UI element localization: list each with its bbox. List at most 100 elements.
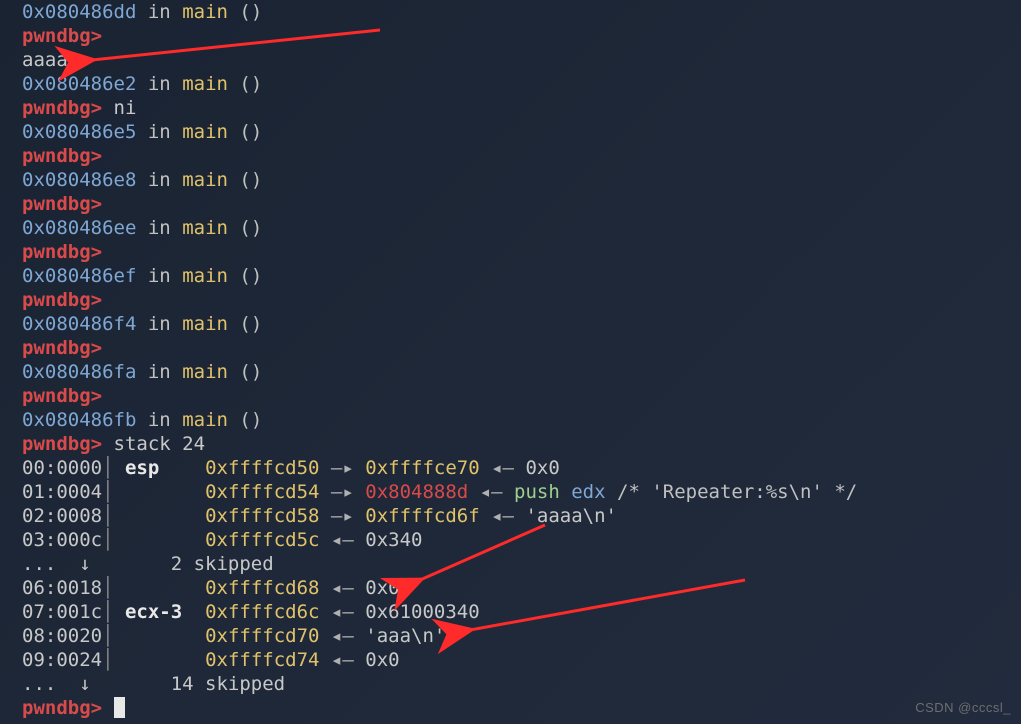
command[interactable]: stack 24 <box>114 433 206 455</box>
function-name: main <box>182 361 228 383</box>
stack-index: 01:0004 <box>22 481 102 503</box>
function-name: main <box>182 217 228 239</box>
address: 0x080486ef <box>22 265 136 287</box>
stack-addr: 0xffffcd58 <box>205 505 319 527</box>
parens: () <box>239 409 262 431</box>
vbar-icon: │ <box>102 577 125 599</box>
parens: () <box>239 73 262 95</box>
parens: () <box>239 361 262 383</box>
arrow-icon: ◂— <box>331 649 354 671</box>
arrow-icon: ◂— <box>331 529 354 551</box>
prompt: pwndbg> <box>22 193 102 215</box>
prompt: pwndbg> <box>22 25 102 47</box>
address: 0x080486e2 <box>22 73 136 95</box>
stack-index: 02:0008 <box>22 505 102 527</box>
arrow-icon: —▸ <box>331 481 354 503</box>
command[interactable]: ni <box>114 97 137 119</box>
stack-value: 0xffffce70 <box>365 457 479 479</box>
arrow-icon: ◂— <box>331 601 354 623</box>
address: 0x080486f4 <box>22 313 136 335</box>
stack-register: ecx-3 <box>125 601 182 623</box>
stack-register <box>125 577 182 599</box>
address: 0x080486fa <box>22 361 136 383</box>
stack-index: 09:0024 <box>22 649 102 671</box>
stack-index: 07:001c <box>22 601 102 623</box>
vbar-icon: │ <box>102 529 125 551</box>
vbar-icon: │ <box>102 457 125 479</box>
prompt: pwndbg> <box>22 385 102 407</box>
address: 0x080486dd <box>22 1 136 23</box>
stack-value: 0xffffcd6f <box>365 505 479 527</box>
asm-comment: /* 'Repeater:%s\n' */ <box>617 481 857 503</box>
skip-marker: ... ↓ <box>22 673 171 695</box>
stack-register <box>125 505 182 527</box>
in-keyword: in <box>148 73 171 95</box>
skip-count: 14 skipped <box>171 673 285 695</box>
function-name: main <box>182 121 228 143</box>
arrow-icon: ◂— <box>331 577 354 599</box>
stack-index: 06:0018 <box>22 577 102 599</box>
prompt: pwndbg> <box>22 145 102 167</box>
stack-index: 00:0000 <box>22 457 102 479</box>
in-keyword: in <box>148 265 171 287</box>
prompt: pwndbg> <box>22 97 102 119</box>
stack-index: 03:000c <box>22 529 102 551</box>
stack-addr: 0xffffcd54 <box>205 481 319 503</box>
function-name: main <box>182 265 228 287</box>
parens: () <box>239 313 262 335</box>
stack-register <box>125 481 182 503</box>
watermark: CSDN @cccsl_ <box>915 696 1011 720</box>
prompt: pwndbg> <box>22 241 102 263</box>
address: 0x080486fb <box>22 409 136 431</box>
arrow-icon: —▸ <box>331 457 354 479</box>
stack-addr: 0xffffcd50 <box>205 457 319 479</box>
skip-marker: ... ↓ <box>22 553 171 575</box>
stack-addr: 0xffffcd74 <box>205 649 319 671</box>
parens: () <box>239 121 262 143</box>
in-keyword: in <box>148 1 171 23</box>
parens: () <box>239 169 262 191</box>
stack-value: 0x804888d <box>365 481 468 503</box>
function-name: main <box>182 1 228 23</box>
asm-op: push <box>514 481 560 503</box>
in-keyword: in <box>148 409 171 431</box>
vbar-icon: │ <box>102 649 125 671</box>
stack-value: 0x0 <box>365 577 399 599</box>
vbar-icon: │ <box>102 505 125 527</box>
in-keyword: in <box>148 313 171 335</box>
arrow-icon: ◂— <box>331 625 354 647</box>
stdin-text: aaaa <box>22 49 68 71</box>
parens: () <box>239 265 262 287</box>
stack-addr: 0xffffcd5c <box>205 529 319 551</box>
stack-value2: 0x0 <box>525 457 559 479</box>
prompt: pwndbg> <box>22 289 102 311</box>
prompt: pwndbg> <box>22 337 102 359</box>
in-keyword: in <box>148 217 171 239</box>
parens: () <box>239 1 262 23</box>
stack-register: esp <box>125 457 182 479</box>
stack-value: 0x61000340 <box>365 601 479 623</box>
cursor[interactable] <box>114 697 125 718</box>
asm-reg: edx <box>571 481 605 503</box>
stack-value: 0x0 <box>365 649 399 671</box>
vbar-icon: │ <box>102 625 125 647</box>
in-keyword: in <box>148 169 171 191</box>
in-keyword: in <box>148 121 171 143</box>
stack-value: 'aaa\n' <box>365 625 445 647</box>
stack-value: 0x340 <box>365 529 422 551</box>
terminal[interactable]: 0x080486dd in main ()pwndbg> aaaa0x08048… <box>0 0 1021 724</box>
prompt: pwndbg> <box>22 697 102 719</box>
function-name: main <box>182 73 228 95</box>
in-keyword: in <box>148 361 171 383</box>
stack-value2: 'aaaa\n' <box>525 505 617 527</box>
stack-addr: 0xffffcd68 <box>205 577 319 599</box>
function-name: main <box>182 409 228 431</box>
address: 0x080486ee <box>22 217 136 239</box>
arrow-icon: —▸ <box>331 505 354 527</box>
function-name: main <box>182 313 228 335</box>
vbar-icon: │ <box>102 481 125 503</box>
stack-addr: 0xffffcd70 <box>205 625 319 647</box>
stack-addr: 0xffffcd6c <box>205 601 319 623</box>
prompt: pwndbg> <box>22 433 102 455</box>
address: 0x080486e5 <box>22 121 136 143</box>
